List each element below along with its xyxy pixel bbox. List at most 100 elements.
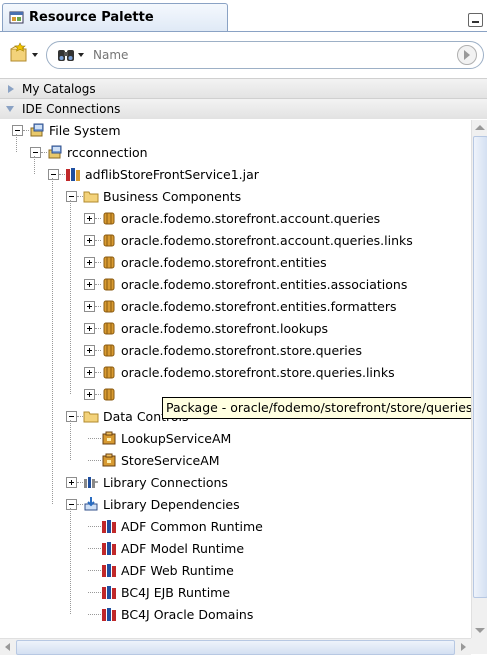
tree-node-label: BC4J Oracle Domains — [121, 607, 254, 622]
expand-node-icon[interactable] — [84, 235, 95, 246]
search-field[interactable] — [46, 41, 484, 69]
expand-node-icon[interactable] — [84, 367, 95, 378]
tab-divider — [0, 31, 487, 32]
tree-guide-line — [52, 178, 54, 504]
tree-node-label: ADF Common Runtime — [121, 519, 263, 534]
tree-node-label: oracle.fodemo.storefront.account.queries — [121, 211, 381, 226]
scroll-left-icon[interactable] — [5, 643, 10, 651]
tree-node-label: oracle.fodemo.storefront.store.queries — [121, 343, 362, 358]
scroll-down-icon[interactable] — [475, 628, 485, 633]
package-icon — [103, 212, 115, 225]
tree-connector — [88, 548, 101, 550]
tab-resource-palette[interactable]: Resource Palette — [2, 3, 228, 32]
tree-node-label: adflibStoreFrontService1.jar — [85, 167, 259, 182]
tooltip-text: Package - oracle/fodemo/storefront/store… — [166, 400, 477, 415]
file-system-icon — [48, 145, 62, 159]
package-icon — [103, 388, 115, 401]
library-connection-icon — [84, 477, 98, 488]
package-tooltip: Package - oracle/fodemo/storefront/store… — [162, 397, 487, 419]
tree-node-label: BC4J EJB Runtime — [121, 585, 231, 600]
binoculars-icon[interactable] — [57, 47, 87, 63]
tree-node-label: oracle.fodemo.storefront.account.queries… — [121, 233, 413, 248]
scroll-corner — [471, 638, 487, 654]
tree-node-label: oracle.fodemo.storefront.entities.associ… — [121, 277, 408, 292]
tree-row[interactable]: adflibStoreFrontService1.jar — [0, 164, 470, 186]
package-icon — [103, 300, 115, 313]
package-icon — [103, 234, 115, 247]
tree-connector — [88, 614, 101, 616]
tree-connector — [88, 570, 101, 572]
library-icon — [102, 542, 116, 555]
tree-guide-line — [70, 508, 72, 614]
vertical-scrollbar[interactable] — [471, 120, 487, 638]
resource-palette-icon — [9, 11, 24, 24]
new-connection-icon[interactable] — [8, 41, 40, 67]
accordion-label: IDE Connections — [22, 102, 121, 116]
go-button[interactable] — [457, 45, 477, 65]
tree-node-label: ADF Model Runtime — [121, 541, 245, 556]
scroll-up-icon[interactable] — [475, 125, 485, 130]
folder-icon — [83, 191, 99, 203]
tree-connector — [88, 526, 101, 528]
accordion-ide-connections[interactable]: IDE Connections — [0, 98, 487, 119]
panel-title: Resource Palette — [29, 10, 154, 25]
package-icon — [103, 256, 115, 269]
expand-node-icon[interactable] — [84, 279, 95, 290]
library-icon — [102, 564, 116, 577]
tree-node-label: LookupServiceAM — [121, 431, 232, 446]
accordion-label: My Catalogs — [22, 82, 96, 96]
dependency-icon — [84, 497, 98, 511]
library-icon — [102, 608, 116, 621]
tree-node-label: Business Components — [103, 189, 242, 204]
tree-guide-line — [16, 134, 18, 152]
file-system-icon — [30, 123, 44, 137]
tree-node-label: oracle.fodemo.storefront.entities — [121, 255, 327, 270]
expand-node-icon[interactable] — [84, 213, 95, 224]
package-icon — [103, 344, 115, 357]
tab-bar: Resource Palette — [0, 0, 487, 34]
jar-library-icon — [66, 168, 80, 181]
tree-row[interactable]: File System — [0, 120, 470, 142]
tree-connector — [88, 592, 101, 594]
tree-node-label: rcconnection — [67, 145, 148, 160]
tree-node-label: Library Connections — [103, 475, 228, 490]
folder-icon — [83, 411, 99, 423]
package-icon — [103, 322, 115, 335]
search-input[interactable] — [93, 46, 423, 63]
vertical-scroll-thumb[interactable] — [473, 136, 487, 598]
scroll-right-icon[interactable] — [461, 643, 466, 651]
tree-connector — [88, 460, 101, 462]
connections-tree[interactable]: File System rcconnection adflibStoreFrontS… — [0, 120, 470, 638]
package-icon — [103, 366, 115, 379]
tree-row[interactable]: rcconnection — [0, 142, 470, 164]
expand-node-icon[interactable] — [84, 389, 95, 400]
minimize-button[interactable] — [468, 13, 483, 27]
accordion-my-catalogs[interactable]: My Catalogs — [0, 78, 487, 99]
tree-connector — [88, 438, 101, 440]
data-control-icon — [102, 431, 116, 445]
tree-node-label: File System — [49, 123, 121, 138]
library-icon — [102, 520, 116, 533]
tree-guide-line — [70, 200, 72, 394]
tree-node-label: oracle.fodemo.storefront.entities.format… — [121, 299, 397, 314]
tree-node-label: oracle.fodemo.storefront.store.queries.l… — [121, 365, 395, 380]
expand-node-icon[interactable] — [84, 301, 95, 312]
tree-guide-line — [34, 156, 36, 174]
tree-guide-line — [70, 420, 72, 460]
expand-node-icon[interactable] — [84, 345, 95, 356]
expand-node-icon[interactable] — [84, 323, 95, 334]
expand-arrow-icon — [8, 85, 14, 93]
tree-node-label: oracle.fodemo.storefront.lookups — [121, 321, 329, 336]
package-icon — [103, 278, 115, 291]
expand-node-icon[interactable] — [84, 257, 95, 268]
tree-node-label: ADF Web Runtime — [121, 563, 234, 578]
horizontal-scrollbar[interactable] — [0, 638, 471, 655]
expand-node-icon[interactable] — [66, 477, 77, 488]
library-icon — [102, 586, 116, 599]
tree-row[interactable]: Library Connections — [0, 472, 470, 494]
toolbar — [0, 36, 487, 76]
tree-node-label: StoreServiceAM — [121, 453, 220, 468]
data-control-icon — [102, 453, 116, 467]
horizontal-scroll-thumb[interactable] — [16, 640, 455, 655]
tree-node-label: Library Dependencies — [103, 497, 240, 512]
